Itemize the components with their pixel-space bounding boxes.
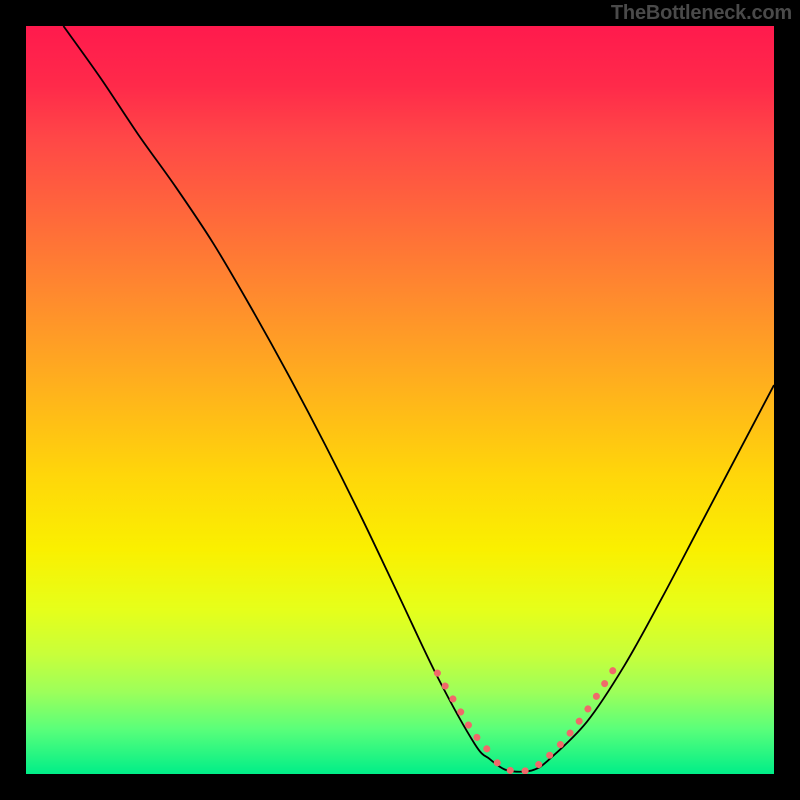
chart-svg (26, 26, 774, 774)
dotted-segment (497, 762, 542, 772)
chart-container: TheBottleneck.com (0, 0, 800, 800)
site-credit: TheBottleneck.com (611, 2, 792, 25)
plot-area (26, 26, 774, 774)
dotted-segment (437, 673, 493, 755)
bottleneck-curve (63, 26, 774, 772)
dotted-segment (550, 664, 617, 755)
